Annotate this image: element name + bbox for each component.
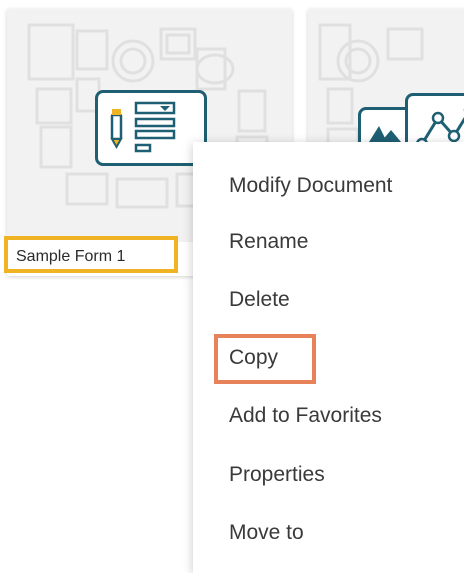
menu-item-properties[interactable]: Properties <box>229 461 325 489</box>
form-document-icon <box>95 90 207 166</box>
menu-item-copy[interactable]: Copy <box>229 344 278 372</box>
menu-item-add-to-favorites[interactable]: Add to Favorites <box>229 402 382 430</box>
context-menu: Modify Document Rename Delete Copy Add t… <box>193 142 464 573</box>
document-name-highlight[interactable]: Sample Form 1 <box>4 236 178 273</box>
document-name: Sample Form 1 <box>16 248 126 265</box>
menu-item-modify-document[interactable]: Modify Document <box>229 172 392 200</box>
menu-item-rename[interactable]: Rename <box>229 228 308 256</box>
menu-item-move-to[interactable]: Move to <box>229 519 304 547</box>
menu-item-delete[interactable]: Delete <box>229 286 290 314</box>
